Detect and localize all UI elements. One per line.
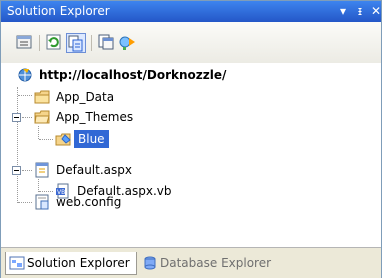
toolbar-separator [39,35,40,51]
refresh-icon[interactable] [45,33,65,53]
solution-explorer-window: Solution Explorer ▾ ᵻ ✕ http://localhost… [0,0,382,278]
tab-database-explorer[interactable]: Database Explorer [139,252,287,275]
collapse-icon[interactable] [12,166,21,175]
dropdown-icon[interactable]: ▾ [336,3,350,19]
title-bar[interactable]: Solution Explorer ▾ ᵻ ✕ [1,1,381,22]
tree-item-label: Default.aspx [56,163,132,177]
nest-related-files-icon[interactable] [66,33,86,53]
pin-icon[interactable]: ᵻ [353,3,367,19]
tree-guide-line [39,191,53,192]
theme-folder-icon [55,131,71,147]
tree-root-label: http://localhost/Dorknozzle/ [39,68,227,82]
collapse-icon[interactable] [12,113,21,122]
close-icon[interactable]: ✕ [369,3,382,19]
tree-item-label: App_Data [56,90,115,104]
tree-item-label-selected: Blue [74,130,109,148]
tree-guide-line [22,117,32,118]
copy-website-icon[interactable] [119,33,139,53]
toolbar [1,22,381,64]
web-project-icon [17,67,33,83]
tab-solution-explorer[interactable]: Solution Explorer [5,252,137,275]
config-file-icon [34,194,50,210]
tree-guide-line [22,170,32,171]
view-code-icon[interactable] [97,33,117,53]
folder-icon [34,89,50,105]
tree-guide-line [39,139,53,140]
tree-guide-line [18,95,32,96]
tree-item-label: web.config [56,195,122,209]
database-explorer-icon [142,255,158,271]
bottom-tab-strip: Solution Explorer Database Explorer [1,247,381,278]
tree-guide-line [18,202,32,203]
tree-guide-line [38,126,39,139]
tab-label: Solution Explorer [27,256,130,270]
window-title: Solution Explorer [7,4,110,18]
tree-item-label: App_Themes [56,110,134,124]
aspx-page-icon [34,162,50,178]
tree-guide-line [17,87,18,203]
toolbar-separator [91,35,92,51]
properties-icon[interactable] [15,33,35,53]
solution-tree: http://localhost/Dorknozzle/ App_Data Ap… [1,63,381,247]
open-folder-icon [34,109,50,125]
tab-label: Database Explorer [160,256,272,270]
solution-explorer-icon [9,255,25,271]
